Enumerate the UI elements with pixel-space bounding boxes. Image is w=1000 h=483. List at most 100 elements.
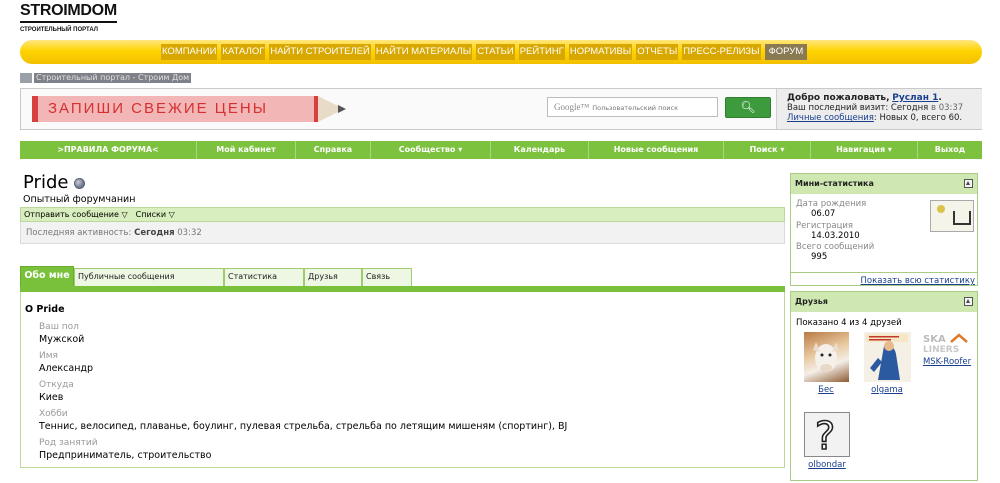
tab-about-me[interactable]: Обо мне — [20, 266, 74, 286]
nav-community[interactable]: Сообщество ▾ — [371, 141, 491, 159]
stat-value: 995 — [811, 252, 828, 262]
pencil-lead — [338, 105, 346, 113]
friend-avatar[interactable]: SKA LINERS — [921, 332, 973, 354]
topnav-reports[interactable]: ОТЧЕТЫ — [636, 44, 679, 60]
mini-stats-block: Мини-статистика Дата рождения 06.07 Реги… — [790, 173, 978, 286]
private-messages-link[interactable]: Личные сообщения — [787, 113, 874, 123]
about-panel: О Pride Ваш пол Мужской Имя Александр От… — [20, 292, 785, 468]
stat-label: Дата рождения — [796, 199, 867, 209]
header-banner: ЗАПИШИ СВЕЖИЕ ЦЕНЫ Google™ Пользовательс… — [20, 88, 982, 130]
nav-logout[interactable]: Выход — [918, 141, 982, 159]
field-value: Александр — [39, 363, 94, 374]
topnav-find-materials[interactable]: НАЙТИ МАТЕРИАЛЫ — [374, 44, 473, 60]
topnav-companies[interactable]: КОМПАНИИ — [161, 44, 218, 60]
field-label: Откуда — [39, 380, 74, 390]
topnav-find-builders[interactable]: НАЙТИ СТРОИТЕЛЕЙ — [269, 44, 371, 60]
field-gender: Ваш пол Мужской — [39, 321, 779, 346]
mini-stats-header: Мини-статистика — [791, 174, 977, 194]
stat-registration: Регистрация 14.03.2010 — [796, 221, 860, 241]
breadcrumb: Строительный портал - Строим Дом — [20, 72, 192, 83]
default-avatar-icon[interactable]: ? — [804, 412, 850, 457]
logo-title: STROIMDOM — [20, 2, 117, 23]
topnav-norms[interactable]: НОРМАТИВЫ — [568, 44, 633, 60]
breadcrumb-link[interactable]: Строительный портал - Строим Дом — [34, 72, 192, 83]
friend-name[interactable]: Бес — [803, 385, 849, 395]
field-value: Теннис, велосипед, плаванье, боулинг, пу… — [39, 421, 568, 432]
field-label: Имя — [39, 351, 58, 361]
chevron-down-icon: ▾ — [458, 145, 463, 154]
about-title: О Pride — [25, 304, 65, 315]
stat-value: 06.07 — [811, 209, 836, 219]
topnav-press-releases[interactable]: ПРЕСС-РЕЛИЗЫ — [682, 44, 761, 60]
profile-tabs: Обо мне Публичные сообщения Статистика Д… — [20, 266, 412, 286]
field-location: Откуда Киев — [39, 379, 779, 404]
logo-subtitle: СТРОИТЕЛЬНЫЙ ПОРТАЛ — [20, 27, 98, 33]
field-value: Киев — [39, 392, 64, 403]
friend-name[interactable]: olgama — [859, 385, 915, 395]
topnav-forum[interactable]: ФОРУМ — [764, 44, 808, 60]
nav-my-cabinet[interactable]: Мой кабинет — [197, 141, 296, 159]
welcome-box: Добро пожаловать, Руслан 1. Ваш последни… — [776, 89, 982, 129]
nav-community-label: Сообщество — [398, 145, 456, 154]
send-message-button[interactable]: Отправить сообщение ▽ — [24, 208, 128, 221]
nav-search[interactable]: Поиск ▾ — [724, 141, 811, 159]
forum-navbar: >ПРАВИЛА ФОРУМА< Мой кабинет Справка Соо… — [20, 141, 982, 159]
field-label: Род занятий — [39, 438, 98, 448]
lists-button[interactable]: Списки ▽ — [136, 208, 175, 221]
nav-help[interactable]: Справка — [296, 141, 371, 159]
friend-name[interactable]: MSK-Roofer — [917, 357, 977, 367]
tab-contact[interactable]: Связь — [362, 268, 412, 286]
field-value: Предприниматель, строительство — [39, 450, 212, 461]
friend-name[interactable]: olbondar — [803, 460, 851, 470]
profile-title: Pride — [23, 172, 86, 193]
pm-counts: : Новых 0, всего 60. — [873, 113, 963, 123]
stat-label: Всего сообщений — [796, 242, 875, 252]
friend-avatar[interactable] — [803, 332, 849, 382]
show-all-stats-link[interactable]: Показать всю статистику — [861, 276, 976, 286]
search-button[interactable]: 🔍︎ — [725, 97, 771, 118]
profile-actions-bar: Отправить сообщение ▽ Списки ▽ — [20, 207, 785, 222]
tab-statistics[interactable]: Статистика — [224, 268, 304, 286]
nav-new-posts[interactable]: Новые сообщения — [589, 141, 724, 159]
stat-posts: Всего сообщений 995 — [796, 242, 874, 262]
friend-avatar[interactable] — [863, 332, 911, 382]
friends-count: Показано 4 из 4 друзей — [796, 318, 902, 328]
username-link[interactable]: Руслан 1 — [892, 93, 938, 103]
search-input[interactable]: Google™ Пользовательский поиск — [547, 97, 718, 117]
user-rank: Опытный форумчанин — [23, 194, 136, 205]
last-visit-time: в 03:37 — [931, 103, 964, 113]
friend-item[interactable]: Бес — [803, 332, 849, 395]
profile-name: Pride — [23, 172, 69, 193]
site-logo[interactable]: STROIMDOM СТРОИТЕЛЬНЫЙ ПОРТАЛ — [20, 2, 117, 33]
ad-banner[interactable]: ЗАПИШИ СВЕЖИЕ ЦЕНЫ — [26, 94, 346, 124]
offline-status-icon — [74, 177, 86, 189]
collapse-icon[interactable] — [964, 297, 973, 306]
nav-calendar[interactable]: Календарь — [491, 141, 589, 159]
field-occupation: Род занятий Предприниматель, строительст… — [39, 437, 779, 462]
stat-value: 14.03.2010 — [811, 231, 860, 241]
field-label: Хобби — [39, 409, 68, 419]
last-visit-label: Ваш последний визит: — [787, 103, 889, 113]
home-icon[interactable] — [20, 72, 32, 83]
friends-block: Друзья Показано 4 из 4 друзей Бес olgama… — [790, 291, 978, 481]
topnav-articles[interactable]: СТАТЬИ — [476, 44, 515, 60]
friend-item[interactable]: ? olbondar — [803, 412, 851, 470]
collapse-icon[interactable] — [964, 179, 973, 188]
nav-navigation-label: Навигация — [836, 145, 886, 154]
field-label: Ваш пол — [39, 322, 79, 332]
topnav-catalog[interactable]: КАТАЛОГ — [221, 44, 266, 60]
friend-item[interactable]: olgama — [859, 332, 915, 395]
nav-navigation[interactable]: Навигация ▾ — [811, 141, 918, 159]
last-activity: Последняя активность: Сегодня 03:32 — [20, 222, 785, 244]
activity-time: 03:32 — [177, 228, 202, 238]
svg-text:LINERS: LINERS — [923, 345, 959, 354]
user-avatar — [930, 200, 974, 232]
tab-public-messages[interactable]: Публичные сообщения — [74, 268, 224, 286]
chevron-down-icon: ▽ — [121, 210, 128, 219]
tab-friends[interactable]: Друзья — [304, 268, 362, 286]
chevron-down-icon: ▽ — [168, 210, 175, 219]
topnav-rating[interactable]: РЕЙТИНГ — [518, 44, 565, 60]
friend-item[interactable]: SKA LINERS MSK-Roofer — [917, 332, 977, 367]
friends-title: Друзья — [795, 297, 828, 306]
nav-forum-rules[interactable]: >ПРАВИЛА ФОРУМА< — [20, 141, 197, 159]
